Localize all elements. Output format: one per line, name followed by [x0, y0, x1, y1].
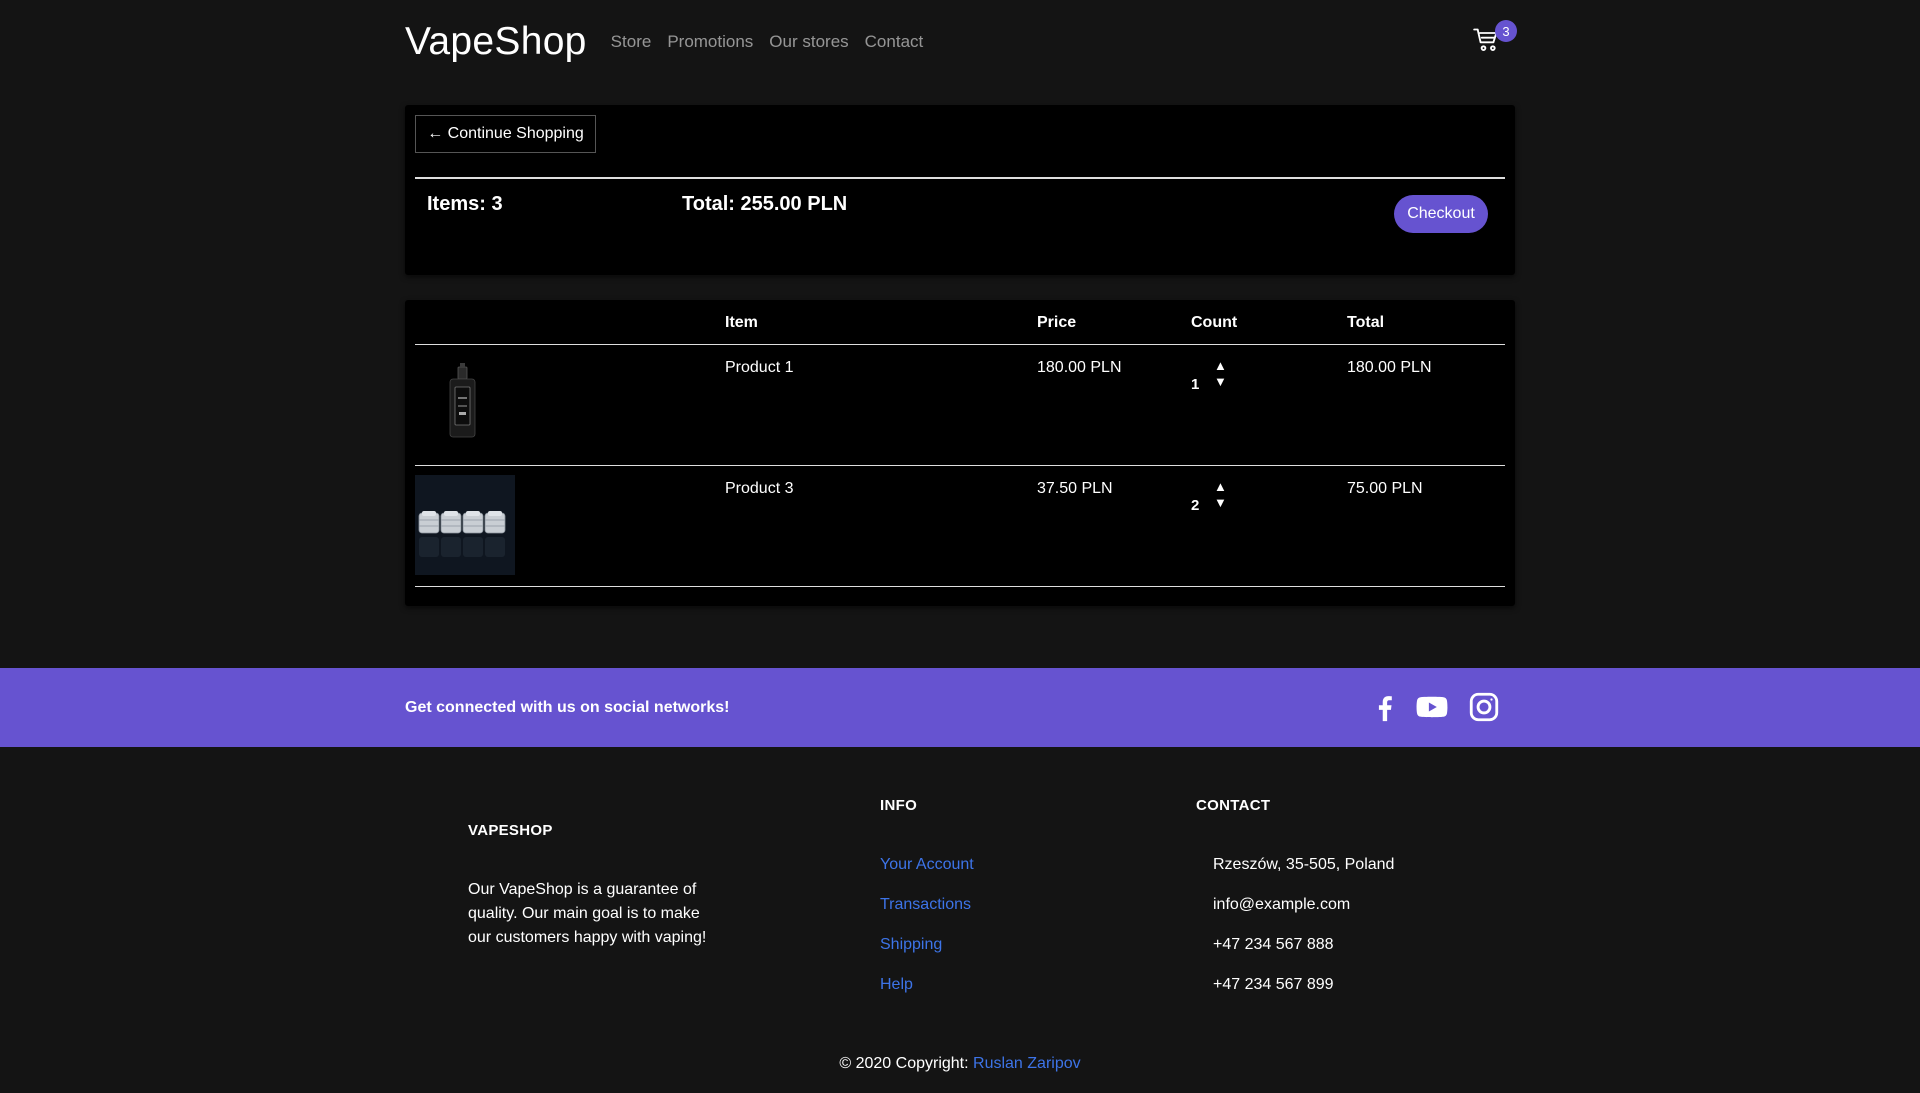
cart-table: Item Price Count Total Product 1 180.00 …: [405, 300, 1515, 606]
item-name[interactable]: Product 1: [725, 359, 793, 377]
contact-phone-1: +47 234 567 888: [1213, 936, 1334, 953]
quantity-stepper: ▲ 1 ▼: [1191, 359, 1241, 399]
decrease-quantity-icon[interactable]: ▼: [1214, 375, 1227, 388]
item-count: 2: [1191, 497, 1200, 514]
footer-brand-heading: VAPESHOP: [468, 822, 553, 839]
youtube-icon[interactable]: [1415, 690, 1449, 724]
navbar: VapeShop Store Promotions Our stores Con…: [405, 0, 1517, 84]
footer-info-heading: INFO: [880, 797, 918, 814]
item-total: 75.00 PLN: [1347, 480, 1423, 497]
contact-phone-2: +47 234 567 899: [1213, 976, 1334, 993]
footer-link-help[interactable]: Help: [880, 976, 913, 994]
column-header-total: Total: [1347, 314, 1385, 331]
cart-count-badge: 3: [1495, 20, 1517, 42]
instagram-icon[interactable]: [1467, 690, 1501, 724]
social-bar-text: Get connected with us on social networks…: [405, 699, 730, 716]
brand-logo[interactable]: VapeShop: [405, 20, 587, 64]
continue-shopping-button[interactable]: ← Continue Shopping: [415, 115, 596, 153]
footer-contact-heading: CONTACT: [1196, 797, 1271, 814]
facebook-icon[interactable]: [1368, 690, 1402, 724]
drip-tips-image: [415, 475, 515, 575]
copyright: © 2020 Copyright: Ruslan Zaripov: [0, 1055, 1920, 1073]
checkout-button[interactable]: Checkout: [1394, 195, 1488, 233]
item-price: 180.00 PLN: [1037, 359, 1122, 376]
item-name[interactable]: Product 3: [725, 480, 793, 498]
column-header-item: Item: [725, 314, 758, 331]
copyright-text: © 2020 Copyright:: [839, 1055, 974, 1072]
cart-button[interactable]: 3: [1473, 20, 1517, 56]
divider: [415, 177, 1505, 179]
social-bar: Get connected with us on social networks…: [0, 668, 1920, 747]
footer-link-your-account[interactable]: Your Account: [880, 856, 974, 874]
copyright-author-link[interactable]: Ruslan Zaripov: [973, 1055, 1081, 1072]
column-header-price: Price: [1037, 314, 1077, 331]
nav-link-our-stores[interactable]: Our stores: [769, 32, 848, 52]
contact-address: Rzeszów, 35-505, Poland: [1213, 856, 1395, 873]
item-total: 180.00 PLN: [1347, 359, 1432, 376]
item-count: 1: [1191, 376, 1200, 393]
footer-link-shipping[interactable]: Shipping: [880, 936, 942, 954]
nav-link-store[interactable]: Store: [611, 32, 652, 52]
nav-link-promotions[interactable]: Promotions: [667, 32, 753, 52]
increase-quantity-icon[interactable]: ▲: [1214, 480, 1227, 493]
footer-link-transactions[interactable]: Transactions: [880, 896, 971, 914]
contact-email: info@example.com: [1213, 896, 1351, 913]
items-count: Items: 3: [427, 193, 503, 215]
table-row: Product 3 37.50 PLN ▲ 2 ▼ 75.00 PLN: [415, 466, 1505, 587]
decrease-quantity-icon[interactable]: ▼: [1214, 496, 1227, 509]
quantity-stepper: ▲ 2 ▼: [1191, 480, 1241, 520]
footer-brand-text: Our VapeShop is a guarantee of quality. …: [468, 881, 707, 946]
cart-summary-card: ← Continue Shopping Items: 3 Total: 255.…: [405, 105, 1515, 275]
item-price: 37.50 PLN: [1037, 480, 1113, 497]
column-header-count: Count: [1191, 314, 1238, 331]
cart-total: Total: 255.00 PLN: [682, 193, 848, 215]
increase-quantity-icon[interactable]: ▲: [1214, 359, 1227, 372]
table-row: Product 1 180.00 PLN ▲ 1 ▼ 180.00 PLN: [415, 345, 1505, 466]
nav-link-contact[interactable]: Contact: [865, 32, 924, 52]
vape-mod-image: [415, 354, 515, 454]
table-header: Item Price Count Total: [415, 300, 1505, 345]
